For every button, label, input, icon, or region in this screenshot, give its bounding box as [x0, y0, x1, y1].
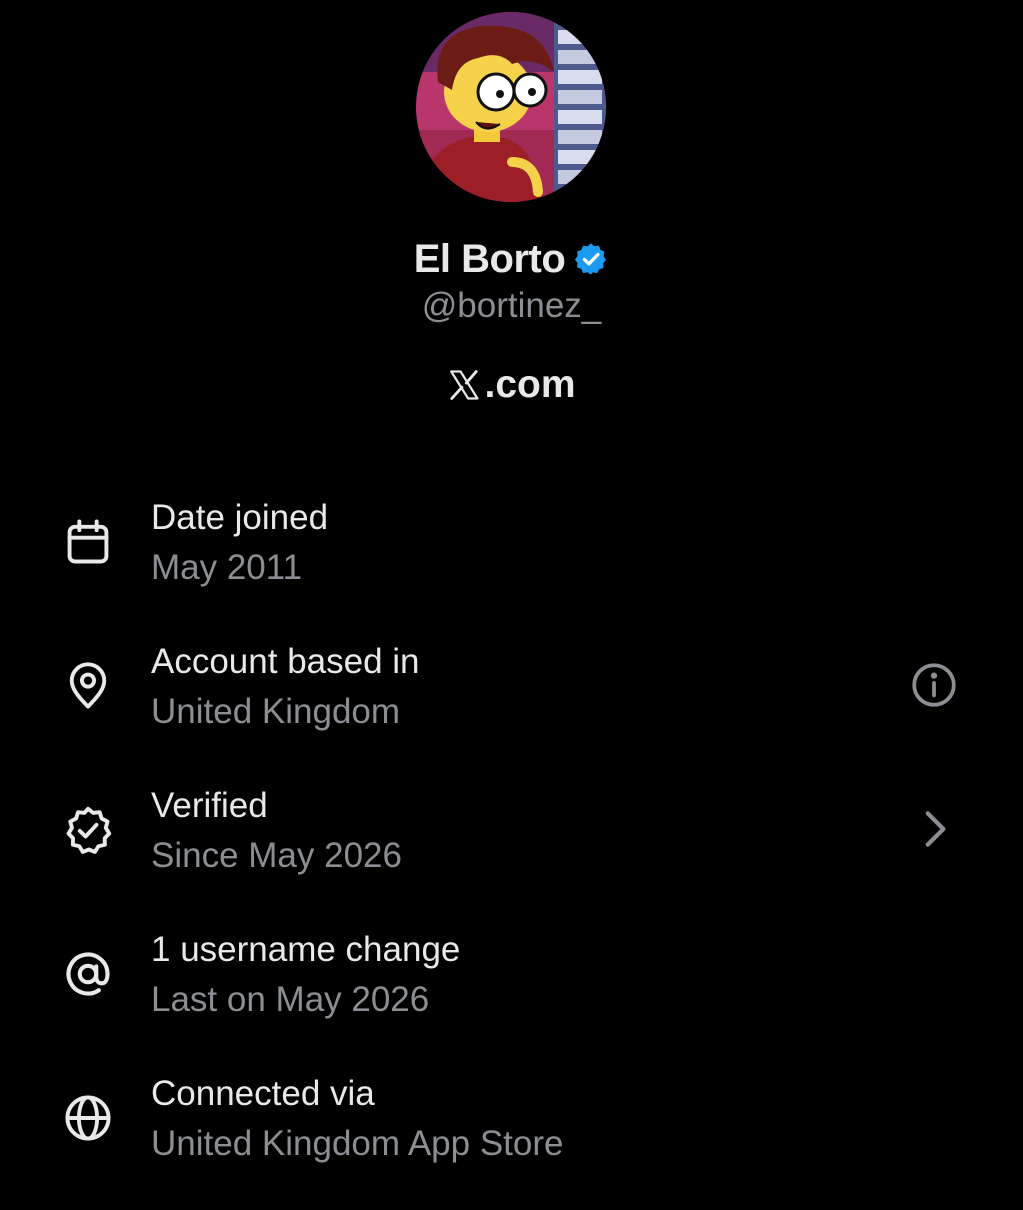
- location-pin-icon: [62, 660, 114, 712]
- x-logo-icon: [447, 368, 481, 402]
- account-details-list: Date joined May 2011 Account based in Un…: [0, 490, 1023, 1210]
- detail-row-account-based-in: Account based in United Kingdom: [0, 634, 1023, 778]
- detail-value: Last on May 2026: [151, 980, 430, 1019]
- detail-text: Account based in United Kingdom: [151, 640, 420, 734]
- verified-badge-outline-icon: [62, 804, 114, 856]
- detail-text: Connected via United Kingdom App Store: [151, 1072, 563, 1166]
- globe-icon: [62, 1092, 114, 1144]
- detail-row-verified[interactable]: Verified Since May 2026: [0, 778, 1023, 922]
- detail-row-connected-via: Connected via United Kingdom App Store: [0, 1066, 1023, 1210]
- avatar[interactable]: [416, 12, 606, 202]
- detail-value: May 2011: [151, 548, 303, 587]
- detail-text: Date joined May 2011: [151, 496, 328, 590]
- detail-value: United Kingdom App Store: [151, 1124, 564, 1163]
- detail-text: 1 username change Last on May 2026: [151, 928, 460, 1022]
- detail-title: Date joined: [151, 498, 329, 537]
- detail-row-username-change: 1 username change Last on May 2026: [0, 922, 1023, 1066]
- at-sign-icon: [62, 948, 114, 1000]
- detail-title: Account based in: [151, 642, 420, 681]
- detail-text: Verified Since May 2026: [151, 784, 402, 878]
- profile-header: El Borto @bortinez_ .com: [0, 0, 1023, 440]
- detail-value: Since May 2026: [151, 836, 402, 875]
- info-icon[interactable]: [909, 660, 959, 710]
- calendar-icon: [62, 516, 114, 568]
- site-link[interactable]: .com: [0, 360, 1023, 410]
- detail-title: Connected via: [151, 1074, 375, 1113]
- detail-row-date-joined: Date joined May 2011: [0, 490, 1023, 634]
- detail-value: United Kingdom: [151, 692, 401, 731]
- detail-title: Verified: [151, 786, 268, 825]
- detail-title: 1 username change: [151, 930, 461, 969]
- avatar-image: [416, 12, 606, 202]
- display-name: El Borto: [413, 236, 566, 281]
- handle: @bortinez_: [421, 286, 602, 325]
- chevron-right-icon[interactable]: [909, 804, 959, 854]
- site-label: .com: [484, 363, 576, 406]
- name-row: El Borto: [0, 232, 1023, 286]
- verified-badge-icon: [573, 241, 609, 277]
